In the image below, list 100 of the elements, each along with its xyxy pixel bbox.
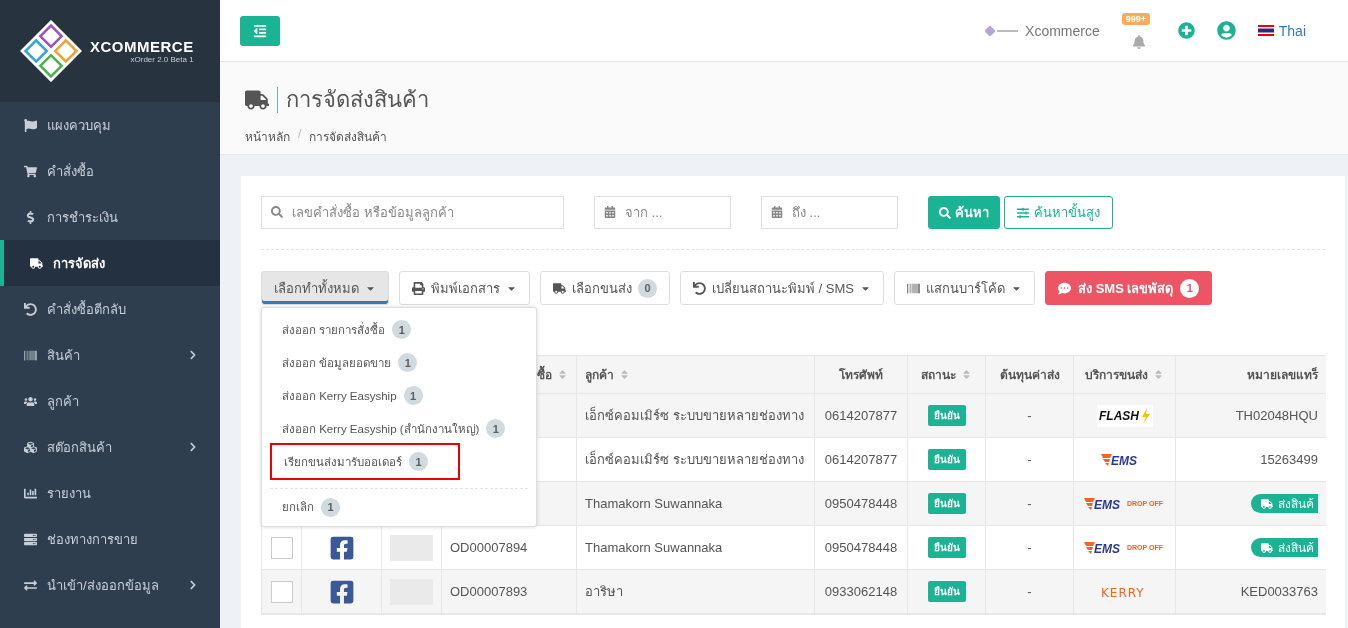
flag-icon	[24, 118, 37, 132]
phone-number: 0933062148	[824, 584, 898, 599]
undo-icon	[24, 302, 37, 316]
sidebar-item[interactable]: สินค้า	[0, 332, 220, 378]
barcode-icon	[24, 348, 37, 362]
count-badge: 1	[392, 320, 412, 339]
carrier-logo: KERRY	[1099, 584, 1150, 599]
truck-icon	[245, 87, 269, 112]
dropdown-button[interactable]: เปลี่ยนสถานะพิมพ์ / SMS	[680, 271, 884, 305]
column-header[interactable]: ซื้อ	[442, 356, 577, 393]
bar-chart-icon	[24, 486, 37, 500]
menu-item[interactable]: ยกเลิก 1	[270, 488, 528, 521]
cart-icon	[24, 164, 37, 178]
dropdown-button[interactable]: พิมพ์เอกสาร	[399, 271, 530, 305]
column-header[interactable]: ลูกค้า	[577, 356, 815, 393]
notification-count-badge: 999+	[1121, 12, 1151, 25]
order-number[interactable]: OD00007894	[450, 540, 528, 555]
sidebar-item[interactable]: สต๊อกสินค้า	[0, 424, 220, 470]
count-badge: 1	[409, 452, 428, 471]
menu-icon	[253, 23, 267, 38]
count-badge: 1	[1180, 278, 1200, 298]
sidebar-item[interactable]: การจัดส่ง	[0, 240, 220, 286]
carrier-select-button[interactable]: เลือกขนส่ง 0	[540, 271, 670, 305]
count-badge: 0	[638, 278, 657, 298]
carrier-logo: EMS	[1099, 449, 1150, 470]
carrier-logo: FLASH	[1096, 404, 1153, 427]
undo-icon	[693, 281, 706, 295]
shipping-cost: -	[1027, 408, 1032, 423]
dropdown-button[interactable]: แสกนบาร์โค้ด	[894, 271, 1035, 305]
row-checkbox[interactable]	[270, 580, 293, 603]
sidebar-item[interactable]: รายงาน	[0, 470, 220, 516]
brand-name: XCOMMERCE	[90, 38, 194, 55]
shipping-cost: -	[1027, 452, 1032, 467]
status-badge: ยืนยัน	[927, 449, 966, 470]
user-icon[interactable]	[1216, 21, 1236, 40]
search-field[interactable]: เลขคำสั่งซื้อ หรือข้อมูลลูกค้า	[261, 196, 564, 229]
date-from-field[interactable]: จาก ...	[594, 196, 731, 229]
column-header[interactable]: สถานะ	[908, 356, 986, 393]
search-icon	[271, 206, 283, 218]
dollar-icon	[24, 210, 37, 224]
shipping-cost: -	[1027, 540, 1032, 555]
sidebar-item[interactable]: ลูกค้า	[0, 378, 220, 424]
flag-icon	[1257, 25, 1274, 36]
menu-item[interactable]: ส่งออก รายการสั่งซื้อ 1	[270, 313, 528, 346]
exchange-icon	[24, 578, 37, 592]
cubes-icon	[24, 440, 37, 454]
sort-icon[interactable]	[619, 369, 630, 380]
send-sms-button[interactable]: ส่ง SMS เลขพัสดุ 1	[1045, 271, 1213, 305]
column-header: โทรศัพท์	[815, 356, 908, 393]
search-icon	[939, 206, 951, 219]
count-badge: 1	[321, 497, 340, 517]
comment-icon	[1058, 281, 1071, 295]
order-number[interactable]: OD00007893	[450, 584, 528, 599]
sliders-icon	[1017, 206, 1029, 219]
sort-icon[interactable]	[1153, 369, 1164, 380]
breadcrumb-separator: /	[298, 127, 302, 143]
sidebar-item[interactable]: นำเข้า/ส่งออกข้อมูล	[0, 562, 220, 608]
bell-icon[interactable]	[1131, 34, 1146, 49]
menu-item[interactable]: ส่งออก Kerry Easyship (สำนักงานใหญ่) 1	[270, 412, 528, 445]
column-header[interactable]: บริการขนส่ง	[1074, 356, 1176, 393]
count-badge: 1	[486, 419, 506, 438]
sidebar-item[interactable]: ช่องทางการขาย	[0, 516, 220, 562]
phone-number: 0950478448	[824, 540, 898, 555]
dropdown-button[interactable]: เลือกทำทั้งหมด	[261, 271, 389, 305]
phone-number: 0614207877	[824, 408, 898, 423]
menu-button[interactable]	[240, 15, 280, 46]
calendar-icon	[604, 206, 616, 218]
phone-number: 0950478448	[824, 496, 898, 511]
printer-icon	[412, 281, 425, 295]
barcode-icon	[907, 281, 920, 295]
customer-name: Thamakorn Suwannaka	[585, 540, 723, 555]
sort-icon[interactable]	[557, 369, 568, 380]
sidebar-item[interactable]: คำสั่งซื้อตีกลับ	[0, 286, 220, 332]
date-to-field[interactable]: ถึง ...	[761, 196, 898, 229]
status-badge: ยืนยัน	[927, 537, 966, 558]
breadcrumb-item: การจัดส่งสินค้า	[309, 129, 388, 146]
truck-icon	[553, 281, 566, 295]
facebook-icon	[328, 578, 355, 605]
count-badge: 1	[403, 386, 423, 405]
truck-icon	[30, 256, 43, 270]
column-header: หมายเลขแทร็	[1176, 356, 1326, 393]
truck-icon	[1261, 541, 1273, 554]
sidebar-item[interactable]: การชำระเงิน	[0, 194, 220, 240]
column-header: ต้นทุนค่าส่ง	[986, 356, 1074, 393]
sidebar-item[interactable]: คำสั่งซื้อ	[0, 148, 220, 194]
breadcrumb-item[interactable]: หน้าหลัก	[245, 127, 290, 146]
row-checkbox[interactable]	[270, 536, 293, 559]
menu-item[interactable]: เรียกขนส่งมารับออเดอร์ 1	[272, 445, 458, 478]
tracking-number: 15263499	[1260, 452, 1318, 467]
sort-icon[interactable]	[961, 369, 972, 380]
sidebar-item[interactable]: แผงควบคุม	[0, 102, 220, 148]
server-icon	[24, 532, 37, 546]
page-title: การจัดส่งสินค้า	[286, 86, 429, 114]
users-icon	[24, 394, 37, 408]
add-icon[interactable]	[1177, 22, 1195, 39]
tracking-number: TH02048HQU	[1235, 408, 1318, 423]
status-badge: ยืนยัน	[927, 581, 966, 602]
language-selector[interactable]: Thai	[1257, 22, 1306, 39]
status-badge: ยืนยัน	[927, 405, 966, 426]
brand-version: xOrder 2.0 Beta 1	[130, 55, 194, 64]
